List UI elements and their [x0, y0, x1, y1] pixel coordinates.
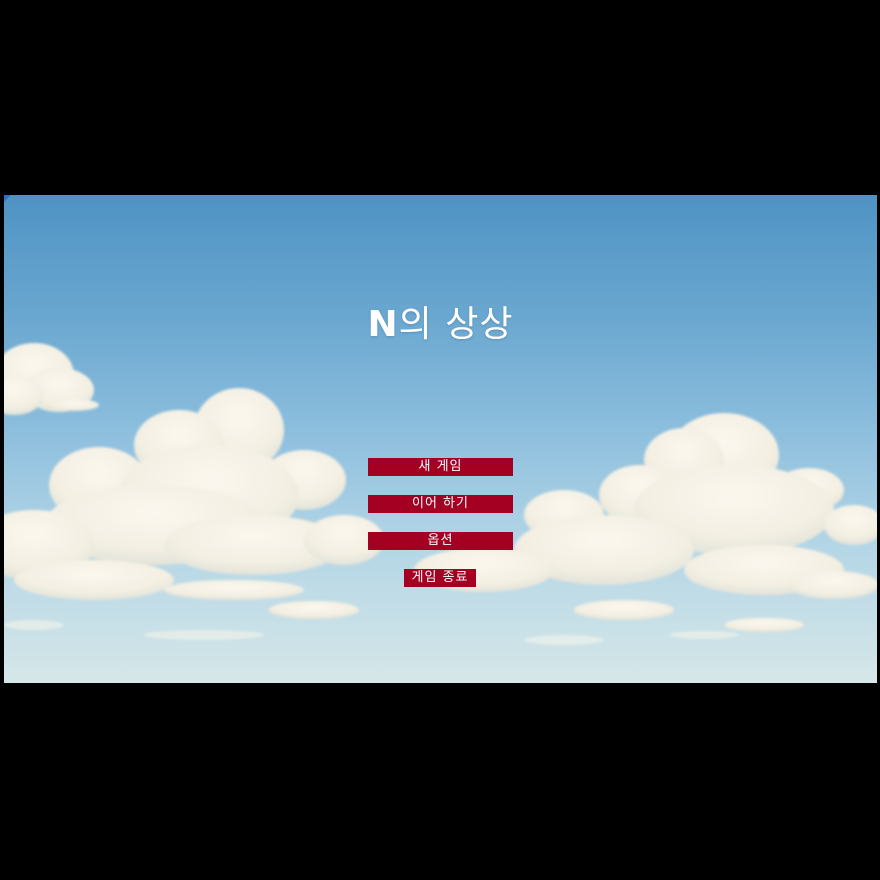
continue-button[interactable]: 이어 하기 [368, 495, 513, 513]
title-screen: N의 상상 새 게임 이어 하기 옵션 게임 종료 [4, 195, 877, 683]
new-game-button[interactable]: 새 게임 [368, 458, 513, 476]
letterbox-frame: N의 상상 새 게임 이어 하기 옵션 게임 종료 [0, 0, 880, 880]
quit-game-button[interactable]: 게임 종료 [404, 569, 476, 587]
game-title-prefix: N [367, 304, 399, 345]
options-button[interactable]: 옵션 [368, 532, 513, 550]
game-title-suffix: 의 상상 [398, 304, 514, 345]
game-title: N의 상상 [4, 295, 877, 347]
corner-marker [4, 195, 11, 202]
cloud-background [4, 343, 877, 645]
